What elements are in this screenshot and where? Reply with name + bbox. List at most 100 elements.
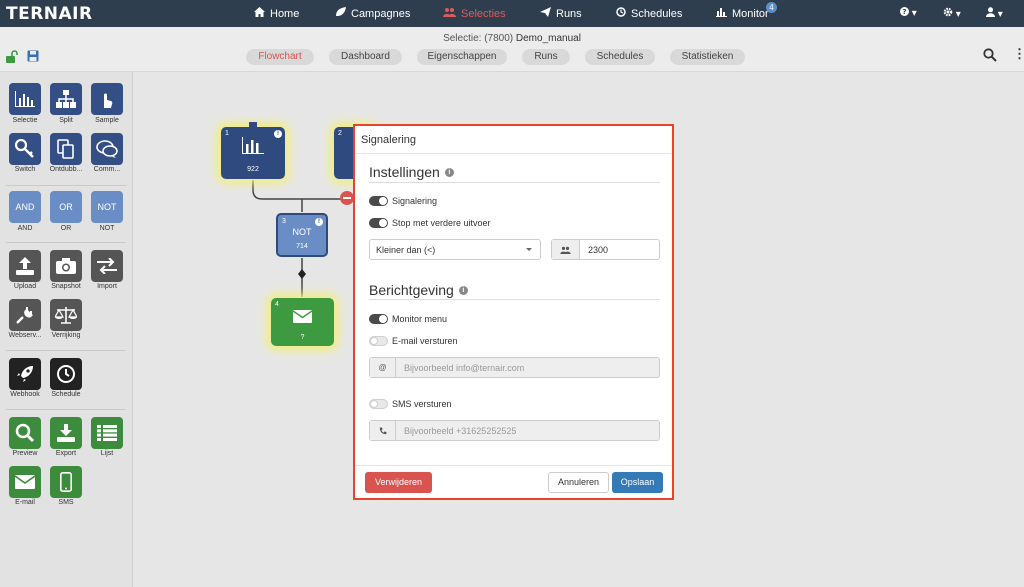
save-icon[interactable] — [27, 50, 39, 62]
nav-monitor[interactable]: Monitor — [716, 7, 769, 20]
tool-sms[interactable] — [50, 466, 82, 498]
nav-home[interactable]: Home — [254, 7, 299, 20]
chevron-down-icon: ▾ — [955, 9, 961, 20]
tool-verrijking[interactable] — [50, 299, 82, 331]
email-input[interactable]: Bijvoorbeeld info@ternair.com — [396, 358, 524, 377]
section-berichtgeving: Berichtgeving i — [369, 282, 468, 298]
tool-label: Lijst — [100, 450, 114, 457]
hand-pointer-icon — [104, 93, 113, 108]
tool-email[interactable] — [9, 466, 41, 498]
email-input-group: @ Bijvoorbeeld info@ternair.com — [369, 357, 660, 378]
home-icon — [254, 7, 265, 20]
nav-campagnes[interactable]: Campagnes — [335, 7, 410, 20]
tool-preview[interactable] — [9, 417, 41, 449]
comparison-select[interactable]: Kleiner dan (<) — [369, 239, 541, 260]
clock-icon — [616, 7, 626, 20]
chevron-down-icon: ▾ — [997, 9, 1003, 20]
envelope-icon — [293, 310, 312, 323]
svg-text:?: ? — [902, 7, 906, 16]
node-count: 714 — [296, 243, 308, 250]
tool-and[interactable]: AND — [9, 191, 41, 223]
tool-webhook[interactable] — [9, 358, 41, 390]
node-input-port[interactable] — [249, 122, 257, 128]
divider — [6, 185, 126, 186]
tool-communicatie[interactable] — [91, 133, 123, 165]
toggle-sms[interactable] — [369, 399, 388, 409]
tool-export[interactable] — [50, 417, 82, 449]
info-icon[interactable]: ! — [315, 218, 323, 226]
nav-selecties[interactable]: Selecties — [443, 7, 506, 20]
tool-sample[interactable] — [91, 83, 123, 115]
ternair-logo[interactable]: TERNAIR — [6, 4, 93, 24]
tool-snapshot[interactable] — [50, 250, 82, 282]
remove-connection-icon[interactable] — [340, 191, 354, 205]
save-button[interactable]: Opslaan — [612, 472, 663, 493]
tool-label: Sample — [95, 117, 119, 124]
tool-ontdubbelen[interactable] — [50, 133, 82, 165]
toggle-monitor-row: Monitor menu — [369, 314, 447, 324]
paper-plane-icon — [540, 7, 551, 20]
divider — [6, 350, 126, 351]
tool-or[interactable]: OR — [50, 191, 82, 223]
tool-split[interactable] — [50, 83, 82, 115]
sitemap-icon — [56, 90, 76, 108]
tool-lijst[interactable] — [91, 417, 123, 449]
envelope-icon — [15, 475, 35, 489]
threshold-input[interactable]: 2300 — [580, 240, 608, 259]
tab-runs[interactable]: Runs — [522, 49, 570, 65]
toggle-email[interactable] — [369, 336, 388, 346]
flow-node-email[interactable]: 4 ? — [271, 298, 334, 346]
info-icon[interactable]: ! — [274, 130, 282, 138]
sms-input[interactable]: Bijvoorbeeld +31625252525 — [396, 421, 516, 440]
tool-label: Schedule — [51, 391, 81, 398]
tab-schedules[interactable]: Schedules — [585, 49, 655, 65]
threshold-input-group: 2300 — [551, 239, 660, 260]
cancel-button[interactable]: Annuleren — [548, 472, 609, 493]
tool-webservice[interactable] — [9, 299, 41, 331]
tab-dashboard[interactable]: Dashboard — [329, 49, 402, 65]
plug-icon — [16, 307, 33, 324]
bar-chart-icon — [716, 7, 727, 20]
signalering-dialog: Signalering Instellingen i Signalering S… — [353, 124, 674, 500]
tool-switch[interactable] — [9, 133, 41, 165]
unlock-icon[interactable] — [6, 50, 20, 63]
tab-statistieken[interactable]: Statistieken — [670, 49, 745, 65]
node-count: ? — [300, 334, 305, 341]
flow-node-not[interactable]: 3 ! NOT 714 — [276, 213, 328, 257]
rocket-icon — [17, 366, 33, 382]
toggle-signalering[interactable] — [369, 196, 388, 206]
tool-schedule[interactable] — [50, 358, 82, 390]
tool-label: Verrijking — [51, 332, 81, 339]
tool-upload[interactable] — [9, 250, 41, 282]
tab-flowchart[interactable]: Flowchart — [246, 49, 314, 65]
flow-node-selectie[interactable]: 1 ! 922 — [221, 122, 285, 179]
toggle-stop[interactable] — [369, 218, 388, 228]
more-options-icon[interactable]: ⋮ — [1013, 47, 1024, 60]
help-menu[interactable]: ? ▾ — [900, 7, 917, 19]
tool-selectie[interactable] — [9, 83, 41, 115]
divider — [369, 182, 660, 183]
tool-label: Ontdubb... — [49, 166, 83, 173]
selection-header: Selectie: (7800) Demo_manual Flowchart D… — [0, 27, 1024, 72]
balance-scale-icon — [55, 307, 77, 324]
clock-icon — [57, 365, 75, 383]
info-icon[interactable]: i — [458, 285, 468, 295]
toggle-monitor[interactable] — [369, 314, 388, 324]
settings-menu[interactable]: ▾ — [943, 7, 961, 20]
tool-label: Export — [55, 450, 77, 457]
divider — [369, 299, 660, 300]
tab-eigenschappen[interactable]: Eigenschappen — [417, 49, 507, 65]
phone-icon — [370, 421, 396, 440]
search-icon[interactable] — [983, 48, 997, 62]
nav-schedules[interactable]: Schedules — [616, 7, 682, 20]
tool-not[interactable]: NOT — [91, 191, 123, 223]
tool-label: Split — [59, 117, 73, 124]
delete-button[interactable]: Verwijderen — [365, 472, 432, 493]
tool-label: Snapshot — [51, 283, 81, 290]
nav-runs[interactable]: Runs — [540, 7, 582, 20]
user-menu[interactable]: ▾ — [986, 7, 1003, 20]
info-icon[interactable]: i — [444, 167, 454, 177]
tool-import[interactable] — [91, 250, 123, 282]
dialog-footer-divider — [355, 465, 672, 466]
at-icon: @ — [370, 358, 396, 377]
